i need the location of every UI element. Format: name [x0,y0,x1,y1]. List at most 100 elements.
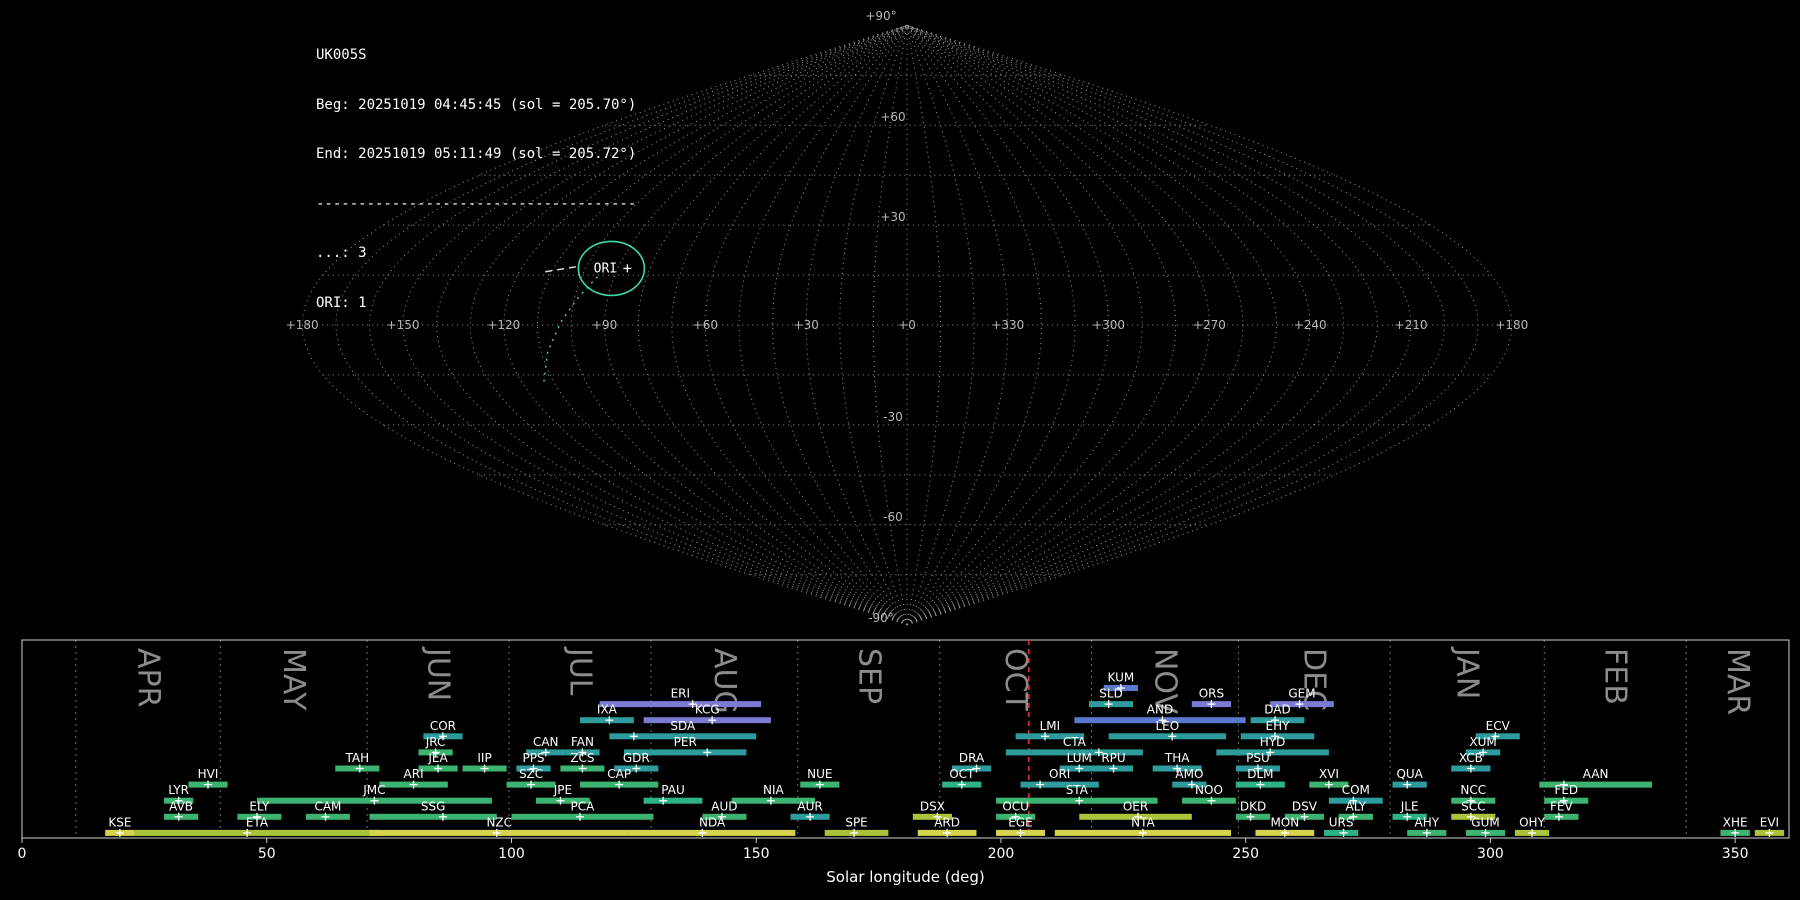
lat-label: +60 [880,110,905,124]
lon-label: +30 [794,318,819,332]
lat-label: -30 [883,410,903,424]
shower-label: ALY [1345,799,1366,813]
shower-label: JRC [425,735,446,749]
session-end: End: 20251019 05:11:49 (sol = 205.72°) [316,146,636,163]
month-label: OCT [998,648,1033,712]
shower-label: CAP [607,767,631,781]
shower-label: COM [1342,783,1370,797]
lon-label: +300 [1092,318,1125,332]
shower-label: FEV [1550,799,1573,813]
shower-label: NTA [1131,815,1155,829]
lon-label: +270 [1193,318,1226,332]
shower-label: DKD [1240,799,1266,813]
shower-label: JMC [362,783,385,797]
shower-label: URS [1329,815,1354,829]
shower-label: AMO [1175,767,1203,781]
shower-label: JEA [427,751,448,765]
shower-label: NUE [807,767,832,781]
shower-label: NCC [1460,783,1486,797]
session-begin: Beg: 20251019 04:45:45 (sol = 205.70°) [316,97,636,114]
shower-label: SSG [421,799,446,813]
shower-label: NZC [486,815,512,829]
tick-label: 200 [988,846,1015,862]
lon-label: +210 [1395,318,1428,332]
shower-label: ZCS [570,751,594,765]
shower-label: NOO [1195,783,1223,797]
lon-label: +180 [286,318,319,332]
shower-label: XHE [1723,815,1748,829]
shower-label: STA [1066,783,1089,797]
month-label: SEP [851,648,886,704]
shower-label: OHY [1519,815,1545,829]
shower-label: CAM [314,799,341,813]
shower-label: SPE [845,815,867,829]
shower-bar [370,814,497,820]
lon-label: +0 [898,318,916,332]
shower-label: SDA [670,719,696,733]
shower-label: LYR [168,783,189,797]
lat-label: +30 [880,210,905,224]
shower-label: AND [1147,703,1173,717]
shower-label: ECV [1486,719,1511,733]
shower-label: XVI [1319,767,1339,781]
shower-label: XUM [1469,735,1496,749]
shower-label: IIP [477,751,491,765]
shower-label: DAD [1264,703,1290,717]
shower-label: OCT [949,767,975,781]
lon-label: +240 [1294,318,1327,332]
lon-label: +60 [693,318,718,332]
shower-label: KSE [108,815,131,829]
session-info: UK005S Beg: 20251019 04:45:45 (sol = 205… [316,14,636,344]
shower-label: GUM [1471,815,1499,829]
shower-label: GDR [623,751,650,765]
shower-bar [644,717,771,723]
station-id: UK005S [316,47,636,64]
shower-label: ARD [934,815,960,829]
shower-label: ORS [1199,687,1224,701]
shower-bar [135,830,380,836]
shower-label: DLM [1247,767,1273,781]
tick-label: 250 [1232,846,1259,862]
meteor-radiant-screen: +90°-90°+60+30-30-60+180+150+120+90+60+3… [0,0,1800,900]
shower-label: COR [430,719,456,733]
shower-label: PPS [522,751,544,765]
shower-label: JLE [1400,799,1419,813]
shower-label: ELY [249,799,270,813]
shower-label: NIA [763,783,785,797]
tick-label: 100 [498,846,525,862]
shower-label: QUA [1396,767,1423,781]
shower-label: ERI [671,687,690,701]
lon-label: +330 [991,318,1024,332]
shower-label: RPU [1101,751,1125,765]
shower-label: SCC [1461,799,1485,813]
shower-label: LUM [1067,751,1092,765]
shower-bar [629,830,795,836]
shower-label: GEM [1288,687,1315,701]
shower-label: HVI [198,767,219,781]
lon-label: +180 [1495,318,1528,332]
shower-label: ORI [1049,767,1070,781]
shower-label: CTA [1063,735,1087,749]
shower-label: PER [674,735,697,749]
shower-label: AHY [1415,815,1440,829]
lat-label: -60 [883,510,903,524]
month-label: APR [131,648,166,707]
shower-label: CAN [533,735,559,749]
shower-label: ETA [246,815,269,829]
month-label: FEB [1598,648,1633,705]
shower-label: AUD [711,799,737,813]
shower-label: IXA [597,703,618,717]
shower-bar [1109,733,1226,739]
shower-label: KUM [1108,671,1135,685]
shower-label: SZC [519,767,543,781]
shower-label: NDA [699,815,726,829]
shower-label: AAN [1583,767,1609,781]
shower-label: OCU [1002,799,1029,813]
shower-label: AUR [797,799,822,813]
shower-label: FED [1554,783,1578,797]
plot-canvas: +90°-90°+60+30-30-60+180+150+120+90+60+3… [0,0,1800,900]
shower-label: FAN [571,735,594,749]
pole-label-south: -90° [868,611,894,625]
sporadic-count: ...: 3 [316,245,636,262]
shower-label: EVI [1760,815,1779,829]
